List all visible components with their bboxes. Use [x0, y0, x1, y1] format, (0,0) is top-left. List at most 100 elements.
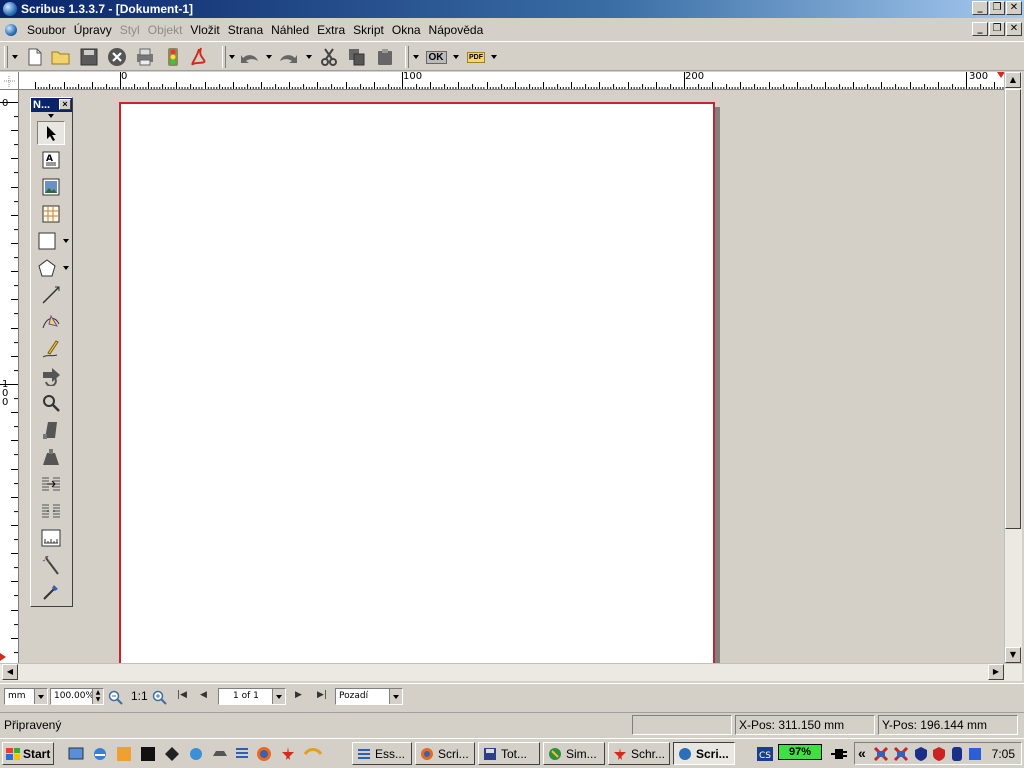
quicklaunch-extra-icon[interactable]: [303, 746, 323, 762]
doc-close-button[interactable]: ✕: [1006, 22, 1022, 36]
scroll-left-button[interactable]: ◀: [2, 664, 18, 680]
scroll-down-button[interactable]: ▼: [1005, 647, 1021, 663]
menu-upravy[interactable]: Úpravy: [70, 23, 116, 37]
quicklaunch-media-icon[interactable]: [116, 746, 132, 762]
last-page-icon[interactable]: ▶|: [317, 690, 327, 700]
quicklaunch-show-desktop-icon[interactable]: [68, 746, 84, 762]
redo-history-arrow[interactable]: [306, 55, 312, 59]
quicklaunch-acrobat-icon[interactable]: [280, 746, 296, 762]
tray-network-icon[interactable]: [873, 746, 889, 762]
polygon-icon[interactable]: [33, 256, 61, 280]
edit-contents-icon[interactable]: [37, 418, 65, 442]
rotate-item-icon[interactable]: [37, 364, 65, 388]
table-icon[interactable]: [37, 202, 65, 226]
menu-skript[interactable]: Skript: [349, 23, 388, 37]
shape-options-arrow[interactable]: [63, 239, 69, 243]
layer-select-arrow[interactable]: [389, 689, 402, 704]
toolbar-grip[interactable]: [4, 46, 8, 68]
tray-network2-icon[interactable]: [893, 746, 909, 762]
toolbar-grip-pdf[interactable]: [405, 46, 409, 68]
close-button[interactable]: ✕: [1006, 1, 1022, 15]
menu-soubor[interactable]: Soubor: [23, 23, 70, 37]
pdf-push-button-tool[interactable]: OK: [423, 46, 449, 68]
document-page[interactable]: [119, 102, 715, 663]
save-icon[interactable]: [78, 46, 100, 68]
vertical-scrollbar[interactable]: ▲ ▼: [1004, 72, 1022, 663]
bezier-curve-icon[interactable]: [37, 310, 65, 334]
zoom-in-icon[interactable]: [152, 690, 168, 709]
edit-toolbar-arrow[interactable]: [229, 55, 235, 59]
task-button-schr[interactable]: Schr...: [608, 742, 670, 765]
zoom-out-icon[interactable]: [108, 690, 124, 709]
shape-icon[interactable]: [33, 229, 61, 253]
quicklaunch-internet-explorer-icon[interactable]: [92, 746, 108, 762]
first-page-icon[interactable]: |◀: [177, 690, 187, 700]
quicklaunch-list-icon[interactable]: [234, 746, 250, 762]
quicklaunch-firefox-icon[interactable]: [256, 746, 272, 762]
layer-select[interactable]: Pozadí: [335, 688, 403, 705]
document-system-icon[interactable]: [5, 23, 17, 36]
copy-item-properties-icon[interactable]: [37, 553, 65, 577]
page-select[interactable]: 1 of 1: [218, 688, 286, 705]
quicklaunch-globe-icon[interactable]: [188, 746, 204, 762]
horizontal-ruler[interactable]: 0 100 200 300: [19, 72, 1004, 90]
scribus-app-icon[interactable]: [3, 2, 17, 16]
redo-icon[interactable]: [278, 46, 300, 68]
minimize-button[interactable]: _: [972, 1, 988, 15]
copy-icon[interactable]: [346, 46, 368, 68]
new-document-icon[interactable]: [24, 46, 46, 68]
paste-icon[interactable]: [374, 46, 396, 68]
preflight-verifier-icon[interactable]: [162, 46, 184, 68]
freehand-line-icon[interactable]: [37, 337, 65, 361]
menu-vlozit[interactable]: Vložit: [186, 23, 223, 37]
doc-minimize-button[interactable]: _: [972, 22, 988, 36]
vertical-scroll-thumb[interactable]: [1005, 89, 1021, 529]
undo-history-arrow[interactable]: [266, 55, 272, 59]
toolbar-options-arrow[interactable]: [12, 55, 18, 59]
link-text-frames-icon[interactable]: [37, 472, 65, 496]
document-canvas[interactable]: [19, 90, 1004, 663]
pdf-annotation-tool[interactable]: PDF: [464, 46, 488, 68]
print-icon[interactable]: [134, 46, 156, 68]
ruler-corner[interactable]: [0, 72, 19, 90]
toolbar-grip-edit[interactable]: [222, 46, 226, 68]
menu-napoveda[interactable]: Nápověda: [425, 23, 488, 37]
export-pdf-icon[interactable]: [190, 46, 212, 68]
quicklaunch-terminal-icon[interactable]: [140, 746, 156, 762]
menu-okna[interactable]: Okna: [388, 23, 425, 37]
select-item-icon[interactable]: [37, 121, 65, 145]
next-page-icon[interactable]: ▶: [295, 690, 302, 700]
line-icon[interactable]: [37, 283, 65, 307]
tools-palette-menu-arrow[interactable]: [48, 114, 54, 118]
zoom-spinbox[interactable]: 100.00% ▲ ▼: [50, 688, 104, 705]
image-frame-icon[interactable]: [37, 175, 65, 199]
maximize-button[interactable]: ❐: [989, 1, 1005, 15]
cut-icon[interactable]: [318, 46, 340, 68]
task-button-sim[interactable]: Sim...: [543, 742, 605, 765]
doc-restore-button[interactable]: ❐: [989, 22, 1005, 36]
edit-text-icon[interactable]: [37, 445, 65, 469]
tray-antivirus-icon[interactable]: [949, 746, 965, 762]
task-button-totalcmd[interactable]: Tot...: [478, 742, 540, 765]
text-frame-icon[interactable]: A: [37, 148, 65, 172]
menu-extra[interactable]: Extra: [313, 23, 349, 37]
tray-book-icon[interactable]: [967, 746, 983, 762]
zoom-spin-arrows[interactable]: ▲ ▼: [92, 689, 103, 704]
task-button-firefox[interactable]: Scri...: [415, 742, 475, 765]
eye-dropper-icon[interactable]: [37, 580, 65, 604]
close-document-icon[interactable]: [106, 46, 128, 68]
quicklaunch-app-icon[interactable]: [164, 746, 180, 762]
taskbar-clock[interactable]: 7:05: [992, 747, 1015, 761]
pdf-toolbar-arrow[interactable]: [413, 55, 419, 59]
scroll-up-button[interactable]: ▲: [1005, 72, 1021, 88]
power-plug-icon[interactable]: [830, 746, 847, 762]
tools-palette-title[interactable]: N... ×: [31, 98, 72, 112]
tray-shield-icon[interactable]: [913, 746, 929, 762]
tray-security-icon[interactable]: [931, 746, 947, 762]
task-button-ess[interactable]: Ess...: [352, 742, 412, 765]
unlink-text-frames-icon[interactable]: [37, 499, 65, 523]
zoom-icon[interactable]: [37, 391, 65, 415]
battery-indicator[interactable]: 97%: [778, 744, 822, 760]
actual-size-button[interactable]: 1:1: [131, 689, 148, 703]
cs-language-icon[interactable]: CS: [757, 746, 773, 762]
